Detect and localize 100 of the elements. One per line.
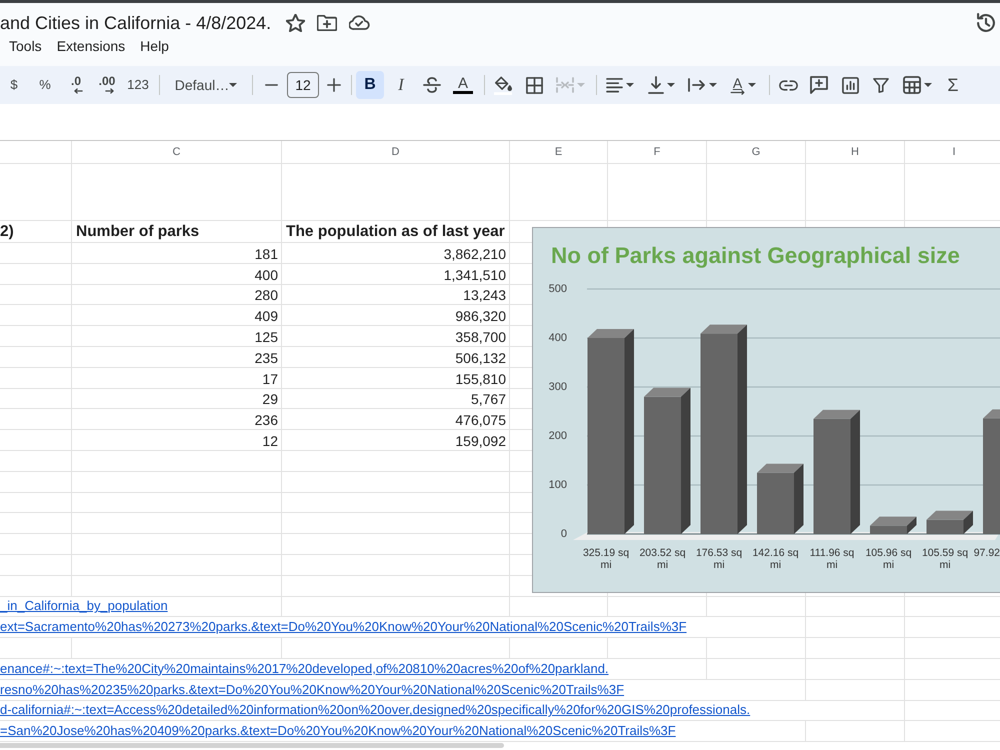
chart-title: No of Parks against Geographical size — [551, 243, 960, 269]
axis-tick-label: 0 — [560, 528, 567, 540]
functions-button[interactable]: Σ — [939, 71, 967, 99]
merge-icon — [556, 77, 574, 93]
link[interactable]: resno%20has%20235%20parks.&text=Do%20You%20Know%20Your%20National%20Scenic%20Trails%3F — [0, 682, 624, 698]
filter-icon — [873, 78, 889, 92]
arrow-right-icon — [104, 88, 114, 94]
table-cell: 5,767 — [282, 388, 510, 410]
table-cell: 409 — [72, 305, 282, 326]
text-overflow-icon — [688, 78, 706, 92]
add-comment-icon — [810, 76, 828, 94]
horizontal-scrollbar[interactable] — [0, 743, 504, 748]
table-cell — [0, 492, 72, 514]
link-icon — [778, 80, 798, 90]
align-bottom-icon — [648, 76, 664, 94]
bar — [757, 472, 794, 534]
table-cell: 358,700 — [282, 326, 510, 347]
table-cell — [0, 284, 72, 306]
borders-icon — [526, 76, 542, 94]
table-cell: 155,810 — [282, 368, 510, 389]
column-header[interactable]: D — [282, 141, 510, 164]
table-cell — [0, 472, 72, 493]
caret-icon — [576, 83, 584, 87]
align-left-icon — [606, 78, 623, 92]
axis-label: 105.96 sq mi — [864, 547, 913, 571]
axis-tick-label: 500 — [548, 283, 567, 295]
table-cell: 181 — [72, 243, 282, 264]
table-cell — [0, 534, 72, 555]
table-cell: 235 — [72, 346, 282, 368]
column-heading: 2) — [0, 221, 72, 243]
color-swatch-icon — [453, 91, 473, 94]
increase-decimal-button[interactable]: .00 — [93, 71, 121, 99]
axis-label: 97.92 — [973, 547, 1000, 561]
column-header[interactable]: F — [608, 141, 707, 164]
column-header[interactable]: C — [72, 141, 282, 164]
axis-label: 105.59 sq mi — [920, 547, 970, 571]
document-title[interactable]: and Cities in California - 4/8/2024. — [0, 12, 272, 34]
strikethrough-icon — [423, 77, 441, 93]
percent-format-button[interactable]: % — [31, 71, 59, 99]
table-cell — [0, 576, 72, 597]
table-cell — [0, 326, 72, 347]
bar — [870, 526, 907, 534]
arrow-icon — [730, 90, 745, 94]
table-cell — [0, 368, 72, 389]
column-header[interactable]: I — [905, 141, 1000, 164]
column-header[interactable]: E — [510, 141, 608, 164]
table-cell: 13,243 — [282, 284, 510, 306]
table-cell — [0, 450, 72, 472]
text-rotation-button[interactable]: A — [724, 71, 762, 99]
table-cell: 3,862,210 — [282, 243, 510, 264]
more-formats-button[interactable]: 123 — [124, 71, 152, 99]
axis-label: 325.19 sq mi — [582, 547, 630, 571]
cloud-check-icon[interactable] — [349, 15, 370, 30]
caret-icon — [666, 83, 674, 87]
table-cell: 986,320 — [282, 305, 510, 326]
currency-format-button[interactable]: $ — [0, 71, 28, 99]
column-header[interactable]: G — [707, 141, 806, 164]
table-cell — [0, 409, 72, 430]
link[interactable]: =San%20Jose%20has%20409%20parks.&text=Do%20You%20Know%20Your%20National%20Scenic%20Trails%3F — [0, 723, 676, 740]
column-heading: Number of parks — [72, 221, 282, 243]
star-icon[interactable] — [286, 14, 306, 32]
menu-item[interactable]: Help — [133, 36, 176, 56]
link[interactable]: ext=Sacramento%20has%20273%20parks.&text=Do%20You%20Know%20Your%20National%20Scenic%20Trails%3F — [0, 619, 687, 636]
caret-icon — [626, 83, 634, 87]
folder-icon[interactable] — [317, 14, 338, 30]
table-cell: 12 — [72, 430, 282, 451]
axis-label: 111.96 sq mi — [808, 547, 856, 571]
table-icon — [902, 76, 920, 94]
caret-icon — [708, 83, 716, 87]
caret-icon — [229, 83, 238, 87]
text-color-button[interactable]: A — [449, 71, 477, 99]
link[interactable]: _in_California_by_population — [0, 598, 168, 614]
table-cell: 125 — [72, 326, 282, 347]
axis-label: 142.16 sq mi — [751, 547, 800, 571]
decrease-decimal-button[interactable]: .0 — [62, 71, 90, 99]
table-cell: 17 — [72, 368, 282, 389]
axis-tick-label: 100 — [548, 479, 567, 491]
bold-button[interactable]: B — [356, 71, 384, 99]
table-cell — [0, 305, 72, 326]
table-cell — [0, 513, 72, 534]
font-select[interactable]: Defaul… — [164, 71, 248, 99]
column-heading: The population as of last year — [282, 221, 510, 243]
paint-bucket-icon — [494, 76, 512, 94]
plus-icon — [327, 78, 341, 92]
arrow-left-icon — [74, 88, 82, 94]
menu-item[interactable]: Extensions — [50, 36, 132, 56]
table-cell: 476,075 — [282, 409, 510, 430]
link[interactable]: d-california#:~:text=Access%20detailed%20information%20on%20over,designed%20specifically%20for%20GIS%20professionals. — [0, 702, 750, 718]
font-size-field[interactable]: 12 — [287, 72, 319, 98]
italic-button[interactable]: I — [387, 71, 415, 99]
caret-icon — [924, 83, 932, 87]
menu-item[interactable]: Tools — [2, 36, 49, 56]
axis-tick-label: 400 — [548, 332, 567, 344]
axis-label: 203.52 sq mi — [638, 547, 687, 571]
bar — [926, 520, 964, 534]
table-cell — [0, 346, 72, 368]
table-cell — [0, 430, 72, 451]
column-header[interactable]: H — [806, 141, 905, 164]
history-icon[interactable] — [976, 12, 996, 32]
link[interactable]: enance#:~:text=The%20City%20maintains%2017%20developed,of%20810%20acres%20of%20parkland. — [0, 660, 609, 677]
